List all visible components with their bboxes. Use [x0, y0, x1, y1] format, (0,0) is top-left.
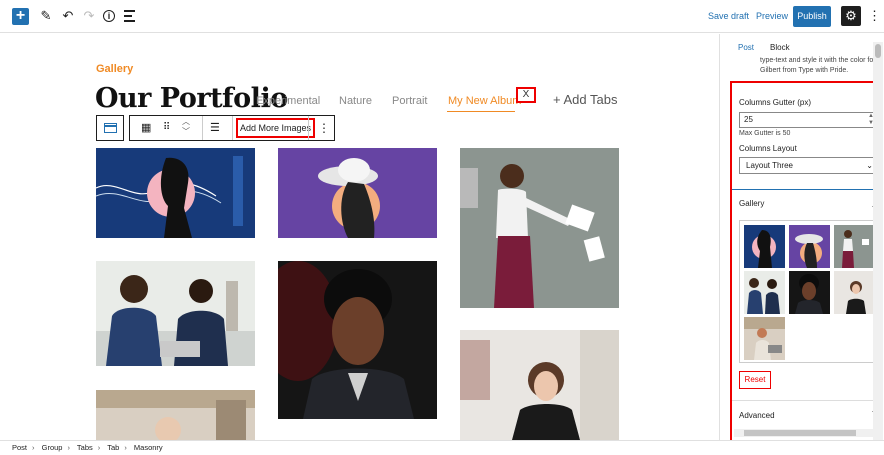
gallery-image[interactable]	[460, 148, 619, 308]
gallery-image[interactable]	[96, 390, 255, 440]
redo-icon[interactable]: ↷	[81, 8, 97, 24]
tab-experimental[interactable]: Experimental	[256, 95, 320, 107]
chevron-right-icon: ›	[32, 443, 35, 452]
thumbnail[interactable]	[744, 317, 785, 360]
breadcrumb-item[interactable]: Post	[12, 443, 27, 452]
gallery-panel-title[interactable]: Gallery	[739, 199, 764, 208]
thumbnail[interactable]	[789, 225, 830, 268]
columns-layout-select[interactable]: Layout Three ⌄	[739, 157, 878, 174]
add-block-button[interactable]: +	[12, 8, 29, 25]
save-draft-button[interactable]: Save draft	[708, 11, 749, 21]
advanced-panel-title[interactable]: Advanced	[739, 411, 775, 420]
add-tabs-button[interactable]: + Add Tabs	[553, 92, 617, 107]
thumbnail[interactable]	[834, 271, 875, 314]
chevron-down-icon: ⌄	[866, 161, 873, 170]
more-options-icon[interactable]: ⋮	[318, 121, 330, 135]
tab-my-new-album[interactable]: My New Album	[448, 95, 521, 107]
chevron-right-icon: ›	[67, 443, 70, 452]
breadcrumb-item[interactable]: Tab	[107, 443, 119, 452]
block-toolbar: ▦ ⠿ ︿ ﹀ ☰ Add More Images ⋮	[129, 115, 335, 141]
section-label: Gallery	[96, 63, 134, 75]
reset-button[interactable]: Reset	[739, 371, 771, 389]
gallery-thumbnails	[739, 220, 878, 363]
tab-block[interactable]: Block	[770, 43, 790, 52]
gear-icon[interactable]: ⚙	[841, 6, 861, 26]
breadcrumb-item[interactable]: Masonry	[134, 443, 163, 452]
block-type-button[interactable]	[96, 115, 124, 141]
gallery-image[interactable]	[460, 330, 619, 440]
gallery-image[interactable]	[278, 261, 437, 419]
undo-icon[interactable]: ↶	[60, 8, 76, 24]
editor-toolbar: + ✎ ↶ ↷ i Save draft Preview Publish ⚙ ⋮	[0, 0, 884, 33]
breadcrumb-item[interactable]: Tabs	[77, 443, 93, 452]
thumbnail[interactable]	[744, 225, 785, 268]
more-vertical-icon[interactable]: ⋮	[868, 8, 881, 24]
columns-gutter-value: 25	[744, 115, 753, 124]
publish-button[interactable]: Publish	[793, 6, 831, 27]
chevron-right-icon: ›	[97, 443, 101, 452]
thumbnail[interactable]	[789, 271, 830, 314]
active-tab-underline	[447, 111, 515, 112]
cover-block-icon	[104, 123, 117, 133]
vertical-scrollbar[interactable]	[873, 42, 883, 440]
columns-gutter-label: Columns Gutter (px)	[739, 98, 812, 107]
columns-layout-label: Columns Layout	[739, 144, 797, 153]
close-tab-button[interactable]: X	[516, 87, 536, 103]
settings-sidebar: Post Block ✕ type-text and style it with…	[719, 34, 884, 440]
horizontal-scrollbar[interactable]	[734, 429, 874, 437]
gallery-image[interactable]	[96, 261, 255, 366]
columns-gutter-input[interactable]: 25 ▲ ▼	[739, 112, 878, 128]
move-arrows-icon[interactable]: ︿ ﹀	[182, 117, 190, 137]
chevron-right-icon: ›	[124, 443, 127, 452]
thumbnail[interactable]	[834, 225, 875, 268]
list-view-icon[interactable]	[124, 10, 135, 26]
tab-nature[interactable]: Nature	[339, 95, 372, 107]
add-more-images-button[interactable]: Add More Images	[236, 118, 316, 138]
editor-canvas: Gallery Our Portfolio Experimental Natur…	[0, 34, 719, 440]
max-gutter-help: Max Gutter is 50	[739, 130, 791, 137]
gallery-image[interactable]	[96, 148, 255, 238]
tab-post[interactable]: Post	[738, 43, 754, 52]
info-icon[interactable]: i	[103, 10, 115, 22]
preview-button[interactable]: Preview	[756, 11, 788, 21]
tab-portrait[interactable]: Portrait	[392, 95, 427, 107]
align-icon[interactable]: ☰	[210, 121, 220, 135]
drag-handle-icon[interactable]: ⠿	[163, 121, 170, 135]
thumbnail[interactable]	[744, 271, 785, 314]
gallery-image[interactable]	[278, 148, 437, 238]
breadcrumb: Post › Group › Tabs › Tab › Masonry	[0, 440, 884, 455]
columns-layout-value: Layout Three	[746, 161, 793, 170]
grid-icon[interactable]: ▦	[141, 121, 151, 135]
pencil-icon[interactable]: ✎	[38, 8, 54, 24]
breadcrumb-item[interactable]: Group	[42, 443, 63, 452]
clipped-description: type-text and style it with the color fo…	[760, 57, 880, 74]
